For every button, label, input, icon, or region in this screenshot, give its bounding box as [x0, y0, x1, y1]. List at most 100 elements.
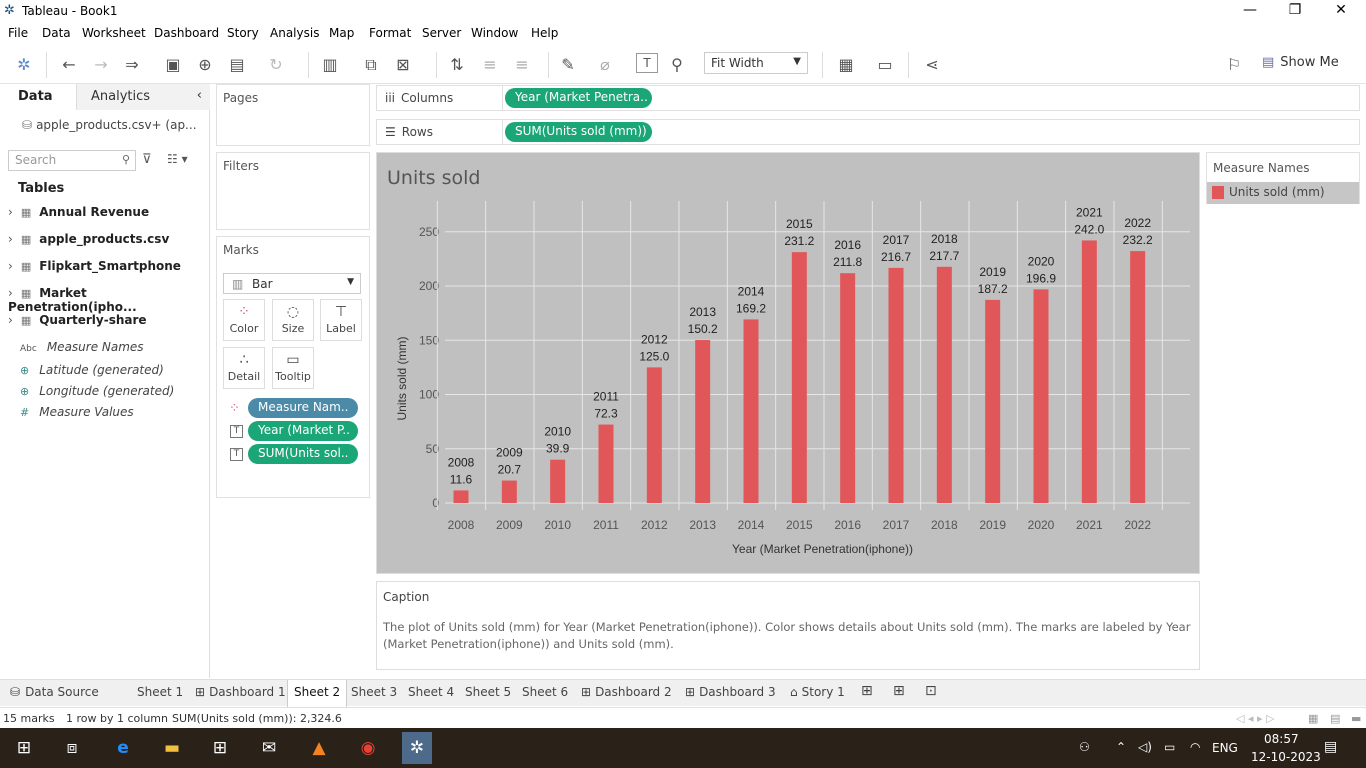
legend-item[interactable]: Units sold (mm)	[1207, 182, 1359, 204]
tab-sheet-6[interactable]: Sheet 6	[522, 685, 568, 699]
field-measure-values[interactable]: # Measure Values	[20, 405, 134, 419]
bar[interactable]	[598, 424, 614, 503]
highlight-icon[interactable]: ✎	[557, 55, 579, 74]
bar[interactable]	[985, 299, 1001, 503]
mail-icon[interactable]: ✉	[257, 736, 281, 760]
tab-sheet-3[interactable]: Sheet 3	[351, 685, 397, 699]
new-story-icon[interactable]: ⊡	[925, 683, 937, 699]
presentation-mode-icon[interactable]: ▭	[874, 55, 896, 74]
show-cards-icon[interactable]: ▦	[835, 55, 857, 74]
tabs-view-icon[interactable]: ▬	[1351, 712, 1361, 725]
rows-shelf[interactable]: ☰ Rows SUM(Units sold (mm))	[376, 119, 1360, 145]
table-item[interactable]: › ▦ Market Penetration(ipho...	[8, 286, 209, 314]
close-icon[interactable]: ✕	[1329, 2, 1353, 18]
bar[interactable]	[888, 267, 904, 503]
collapse-pane-icon[interactable]: ‹	[197, 88, 202, 103]
tab-analytics[interactable]: Analytics ‹	[76, 84, 210, 110]
speaker-icon[interactable]: ◁)	[1138, 740, 1152, 754]
chart-view[interactable]: Units sold 0 50 100 150 200 250 2008 11.6 2008 20…	[376, 152, 1200, 574]
save-icon[interactable]: ▣	[162, 55, 184, 74]
bar[interactable]	[936, 266, 952, 503]
tab-sheet-1[interactable]: Sheet 1	[137, 685, 183, 699]
bar[interactable]	[453, 490, 469, 503]
new-dashboard-icon[interactable]: ⊞	[893, 683, 905, 699]
tab-sheet-5[interactable]: Sheet 5	[465, 685, 511, 699]
label-button[interactable]: ⊤ Label	[320, 299, 362, 341]
mark-type-dropdown[interactable]: ▥ Bar ▼	[223, 273, 361, 294]
bar[interactable]	[1033, 289, 1049, 503]
undo-icon[interactable]: ←	[58, 55, 80, 74]
clear-sheet-icon[interactable]: ⊠	[392, 55, 414, 74]
sort-ascending-icon[interactable]: ≡	[479, 55, 501, 74]
menu-story[interactable]: Story	[227, 26, 259, 40]
table-item[interactable]: › ▦ Quarterly-share	[8, 313, 147, 327]
tab-sheet-2[interactable]: Sheet 2	[287, 680, 348, 707]
people-icon[interactable]: ⚇	[1079, 740, 1090, 754]
tab-sheet-4[interactable]: Sheet 4	[408, 685, 454, 699]
vlc-icon[interactable]: ▲	[307, 736, 331, 760]
language-indicator[interactable]: ENG	[1212, 741, 1238, 755]
bar[interactable]	[791, 252, 807, 503]
tooltip-button[interactable]: ▭ Tooltip	[272, 347, 314, 389]
sort-descending-icon[interactable]: ≡	[511, 55, 533, 74]
file-explorer-icon[interactable]: ▬	[160, 736, 184, 760]
new-datasource-icon[interactable]: ⊕	[194, 55, 216, 74]
store-icon[interactable]: ⊞	[208, 736, 232, 760]
table-item[interactable]: › ▦ Flipkart_Smartphone	[8, 259, 181, 273]
search-input[interactable]: Search ⚲	[8, 150, 136, 171]
table-item[interactable]: › ▦ Annual Revenue	[8, 205, 149, 219]
windows-start-icon[interactable]: ⊞	[12, 736, 36, 760]
bar[interactable]	[743, 319, 759, 503]
fit-width-dropdown[interactable]: Fit Width ▼	[704, 52, 808, 74]
battery-icon[interactable]: ▭	[1164, 740, 1175, 754]
menu-help[interactable]: Help	[531, 26, 558, 40]
show-hidden-icons[interactable]: ⌃	[1116, 740, 1126, 754]
refresh-icon[interactable]: ↻	[265, 55, 287, 74]
tab-dashboard-2[interactable]: ⊞ Dashboard 2	[581, 685, 672, 699]
share-icon[interactable]: ⋖	[921, 55, 943, 74]
tab-data[interactable]: Data	[0, 84, 76, 110]
menu-map[interactable]: Map	[329, 26, 354, 40]
show-me-button[interactable]: ▤ Show Me	[1262, 55, 1339, 70]
sheet-navigation-icon[interactable]: ◁ ◂ ▸ ▷	[1236, 712, 1274, 725]
measure-names-pill[interactable]: Measure Nam..	[248, 398, 358, 418]
bar[interactable]	[1130, 251, 1146, 503]
menu-data[interactable]: Data	[42, 26, 71, 40]
menu-worksheet[interactable]: Worksheet	[82, 26, 146, 40]
year-column-pill[interactable]: Year (Market Penetra..	[505, 88, 652, 108]
wifi-icon[interactable]: ◠	[1190, 740, 1200, 754]
pin-axes-icon[interactable]: ⚲	[666, 55, 688, 74]
notifications-icon[interactable]: ▤	[1324, 739, 1337, 755]
clock-date[interactable]: 12-10-2023	[1251, 750, 1321, 764]
tab-story-1[interactable]: ⌂ Story 1	[790, 685, 845, 699]
redo-icon[interactable]: →	[90, 55, 112, 74]
edge-browser-icon[interactable]: e	[111, 736, 135, 760]
menu-window[interactable]: Window	[471, 26, 518, 40]
filters-card[interactable]: Filters	[216, 152, 370, 230]
tab-dashboard-3[interactable]: ⊞ Dashboard 3	[685, 685, 776, 699]
field-latitude[interactable]: ⊕ Latitude (generated)	[20, 363, 164, 377]
field-measure-names[interactable]: Abc Measure Names	[20, 340, 144, 354]
bar[interactable]	[646, 367, 662, 503]
tableau-home-icon[interactable]: ✲	[13, 55, 35, 74]
units-sold-label-pill[interactable]: SUM(Units sol..	[248, 444, 358, 464]
detail-button[interactable]: ∴ Detail	[223, 347, 265, 389]
menu-analysis[interactable]: Analysis	[270, 26, 319, 40]
filmstrip-icon[interactable]: ▤	[1330, 712, 1340, 725]
bar[interactable]	[695, 340, 711, 503]
year-label-pill[interactable]: Year (Market P..	[248, 421, 358, 441]
view-options-icon[interactable]: ☷ ▾	[167, 152, 188, 166]
group-members-icon[interactable]: ⌀	[594, 55, 616, 74]
bar[interactable]	[550, 459, 566, 503]
tab-data-source[interactable]: ⛁ Data Source	[10, 685, 99, 699]
tab-dashboard-1[interactable]: ⊞ Dashboard 1	[195, 685, 286, 699]
menu-file[interactable]: File	[8, 26, 28, 40]
clock-time[interactable]: 08:57	[1264, 732, 1299, 746]
tableau-taskbar-icon[interactable]: ✲	[402, 732, 432, 764]
units-sold-row-pill[interactable]: SUM(Units sold (mm))	[505, 122, 652, 142]
menu-format[interactable]: Format	[369, 26, 411, 40]
swap-rows-columns-icon[interactable]: ⇅	[446, 55, 468, 74]
menu-dashboard[interactable]: Dashboard	[154, 26, 219, 40]
minimize-icon[interactable]: —	[1238, 2, 1262, 18]
new-worksheet-icon[interactable]: ⊞	[861, 683, 873, 699]
